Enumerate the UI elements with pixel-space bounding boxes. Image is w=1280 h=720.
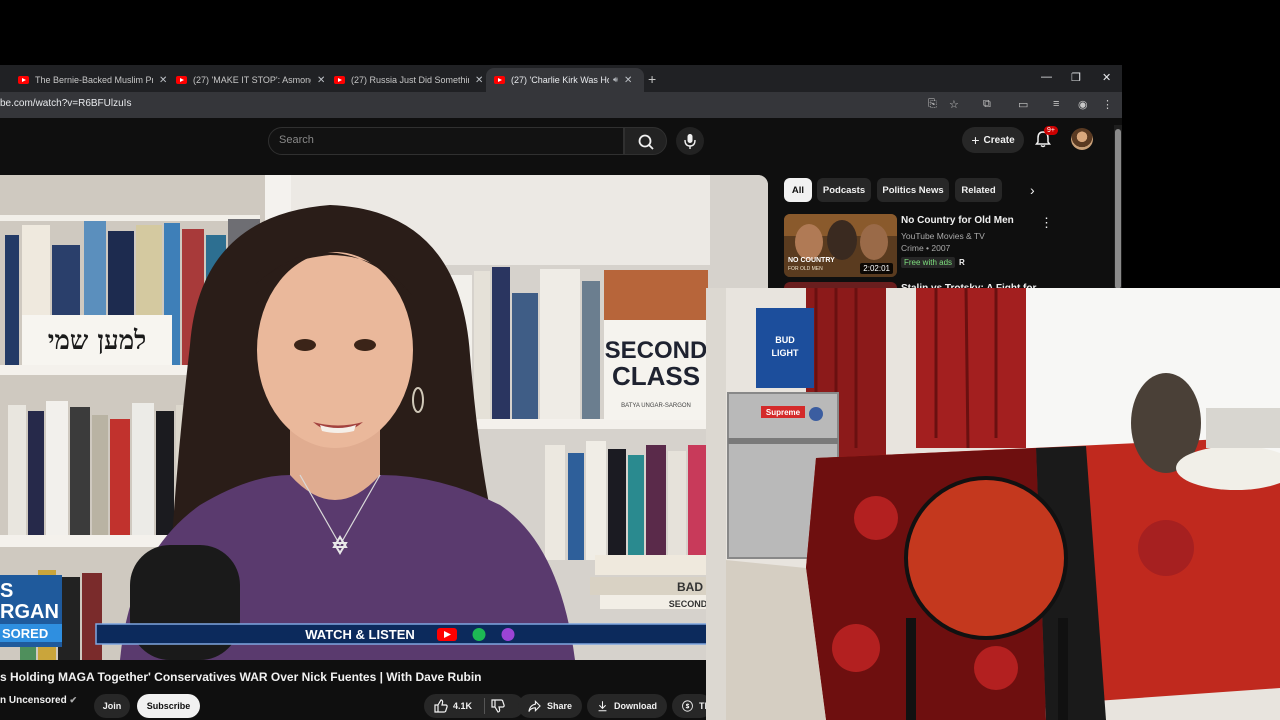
fridge-sticker: Supreme [766,408,801,417]
book-spine-second: SECOND [669,599,708,609]
video-title: s Holding MAGA Together' Conservatives W… [0,670,482,684]
poster-title-line1: NO COUNTRY [788,257,835,264]
media-controls-icon[interactable]: ≡ [1053,98,1059,110]
browser-menu-icon[interactable]: ⋮ [1102,98,1113,111]
rating-badge: R [959,258,965,267]
podcasts-logo-icon [501,628,515,641]
close-icon[interactable]: ✕ [624,75,632,86]
window-close-button[interactable]: ✕ [1102,71,1111,84]
share-label: Share [546,701,572,711]
restore-button[interactable]: ❐ [1071,71,1081,84]
tab-label: The Bernie-Backed Muslim Pro [35,75,153,85]
chip-podcasts[interactable]: Podcasts [817,178,871,202]
show-logo-line3: SORED [2,626,48,641]
chip-related[interactable]: Related [955,178,1002,202]
scrollbar-thumb[interactable] [1115,129,1121,289]
show-logo-line2: RGAN [0,601,59,623]
video-player[interactable]: למען שמי SECOND CLASS BATYA UNGAR-SARGON… [0,175,768,660]
video-frame: למען שמי SECOND CLASS BATYA UNGAR-SARGON… [0,175,768,660]
tab-label: (27) 'MAKE IT STOP': Asmongol [193,75,311,85]
profile-icon[interactable]: ◉ [1078,98,1088,111]
divider [484,698,486,714]
speaker-icon[interactable]: 🔊︎ [613,75,618,85]
book-title-second: SECOND [605,337,708,364]
search-button[interactable] [624,127,667,155]
more-options-icon[interactable]: ⋮ [1040,215,1053,231]
url-field[interactable]: be.com/watch?v=R6BFUlzuIs [0,98,131,109]
minimize-button[interactable]: — [1041,71,1052,83]
close-icon[interactable]: ✕ [317,75,325,86]
create-button[interactable]: + Create [962,127,1024,153]
voice-search-button[interactable] [676,127,704,155]
thumbs-up-icon [434,699,448,713]
browser-tab[interactable]: (27) 'MAKE IT STOP': Asmongol ✕ [168,68,333,92]
chip-all[interactable]: All [784,178,812,202]
channel-name[interactable]: n Uncensored ✔ [0,695,77,706]
recommendation-channel[interactable]: YouTube Movies & TV [901,231,985,241]
extensions-icon[interactable]: ⧉ [983,98,991,111]
youtube-favicon-icon [176,76,187,84]
search-input[interactable]: Search [279,134,314,146]
bookmark-star-icon[interactable]: ☆ [949,98,959,111]
youtube-favicon-icon [494,76,505,84]
like-button[interactable]: 4.1K [434,699,472,713]
hebrew-sign-text: למען שמי [48,326,147,356]
close-icon[interactable]: ✕ [475,75,483,86]
plus-icon: + [971,132,980,148]
install-app-icon[interactable]: ⎘ [928,98,937,111]
left-books-row2 [8,401,196,535]
close-icon[interactable]: ✕ [159,75,167,86]
top-black-band [0,0,1280,65]
sidebar-toggle-icon[interactable]: ▭ [1018,98,1028,111]
verified-icon: ✔ [69,695,78,705]
download-button[interactable]: Download [587,694,667,718]
search-box[interactable]: Search [268,127,624,155]
book-author: BATYA UNGAR-SARGON [621,403,691,409]
chip-politics-news[interactable]: Politics News [877,178,949,202]
recommendation-meta: Crime • 2007 [901,243,951,253]
chevron-right-icon[interactable]: › [1030,182,1035,198]
tab-strip: The Bernie-Backed Muslim Pro ✕ (27) 'MAK… [0,65,1122,92]
search-icon [638,134,654,150]
tab-label: (27) 'Charlie Kirk Was Holdi [511,75,609,85]
like-count: 4.1K [453,701,473,711]
join-button[interactable]: Join [94,694,130,718]
recommendation-thumbnail[interactable]: NO COUNTRY FOR OLD MEN 2:02:01 [784,214,897,277]
video-duration: 2:02:01 [860,263,893,274]
notification-count-badge: 9+ [1044,126,1058,135]
thanks-icon: ⓢ [682,701,693,713]
download-label: Download [614,701,657,711]
new-tab-button[interactable]: + [648,71,656,87]
download-icon [598,701,607,712]
browser-tab[interactable]: (27) Russia Just Did Something ✕ [326,68,491,92]
address-bar: be.com/watch?v=R6BFUlzuIs ⎘ ☆ ⧉ ▭ ≡ ◉ ⋮ [0,92,1122,118]
youtube-favicon-icon [18,76,29,84]
spotify-logo-icon [472,628,486,641]
show-logo-line1: S [0,580,13,602]
free-with-ads-badge: Free with ads [901,257,956,268]
watch-listen-banner: WATCH & LISTEN [305,627,415,642]
avatar[interactable] [1071,128,1093,150]
book-title-class: CLASS [612,361,700,391]
youtube-favicon-icon [334,76,345,84]
thumbs-down-icon[interactable] [491,699,505,713]
webcam-overlay: BUD LIGHT Supreme [706,288,1280,720]
browser-tab[interactable]: The Bernie-Backed Muslim Pro ✕ [10,68,175,92]
box-label-light: LIGHT [772,348,799,358]
channel-name-text: n Uncensored [0,695,67,706]
poster-title-line2: FOR OLD MEN [788,266,823,272]
share-button[interactable]: Share [518,694,582,718]
youtube-header: Search + Create 9+ [0,118,1122,174]
share-icon [528,700,541,712]
like-dislike-group: 4.1K [424,694,524,718]
browser-tab-active[interactable]: (27) 'Charlie Kirk Was Holdi 🔊︎ ✕ [486,68,644,92]
book-spine-bad: BAD [677,580,703,594]
recommendation-title[interactable]: No Country for Old Men [901,215,1014,226]
microphone-icon [684,134,696,149]
box-label-bud: BUD [775,335,795,345]
tab-label: (27) Russia Just Did Something [351,75,469,85]
create-label: Create [983,134,1015,146]
subscribe-button[interactable]: Subscribe [137,694,200,718]
webcam-frame: BUD LIGHT Supreme [706,288,1280,720]
